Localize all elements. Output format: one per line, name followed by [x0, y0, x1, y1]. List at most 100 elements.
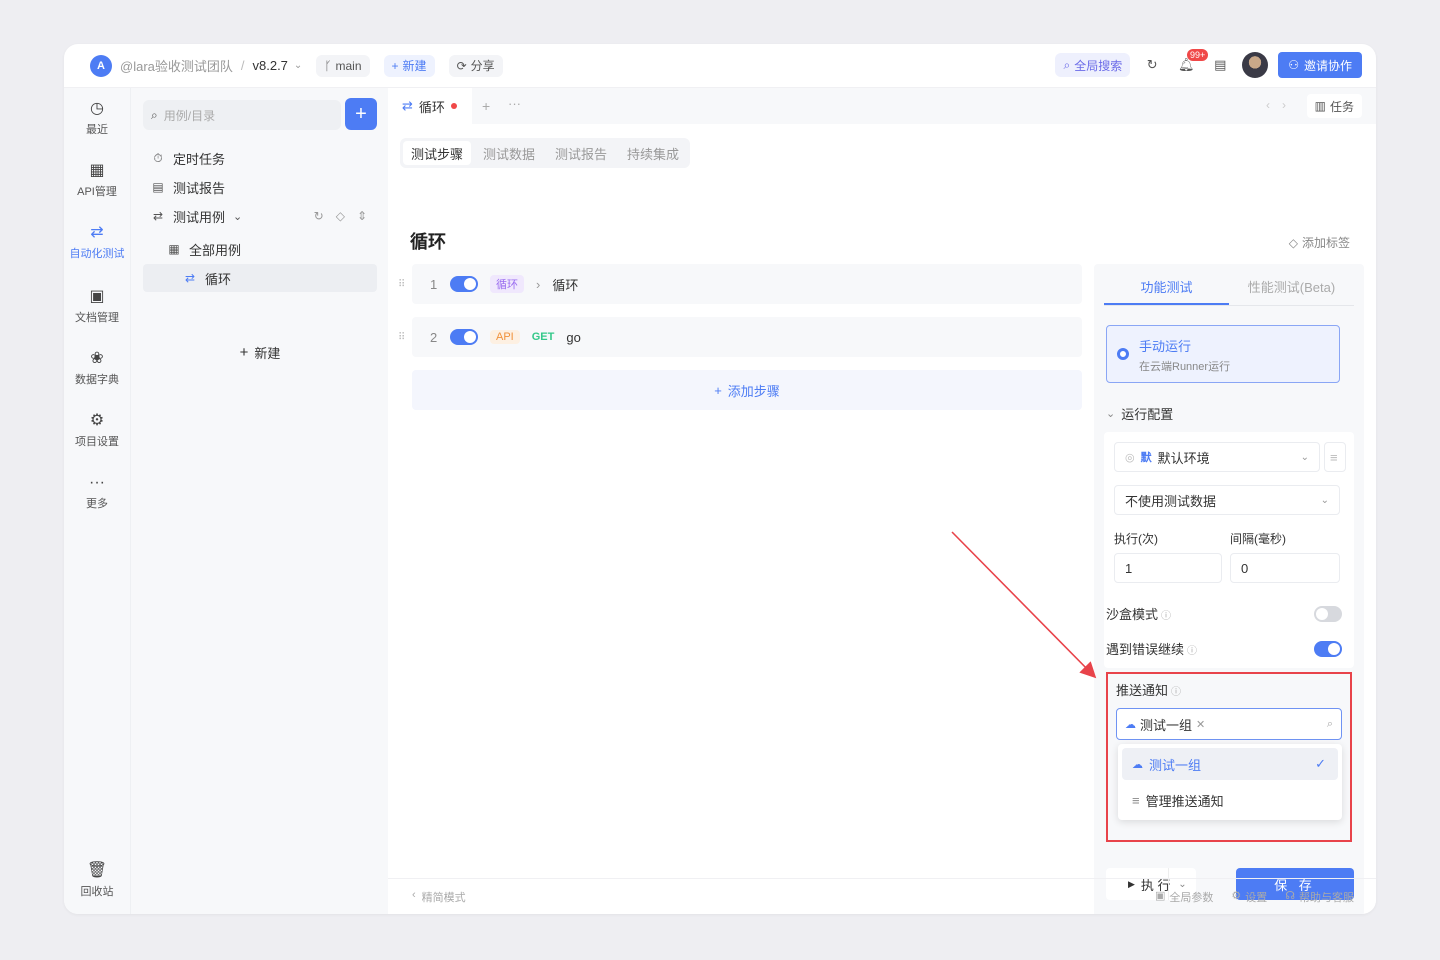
chevron-down-icon[interactable]: ⌄ — [294, 60, 302, 71]
params-icon: ▣ — [1154, 889, 1166, 902]
rail-label: 更多 — [86, 498, 108, 510]
drag-handle-icon[interactable]: ⠿ — [398, 332, 405, 343]
step-name: 循环 — [552, 277, 579, 293]
sandbox-toggle[interactable] — [1314, 605, 1342, 622]
tab-ci[interactable]: 持续集成 — [619, 141, 687, 165]
case-icon: ⇄ — [152, 209, 164, 223]
tree-item-label: 定时任务 — [173, 151, 226, 167]
share-button[interactable]: ⟳ 分享 — [448, 54, 503, 77]
tree-item-label: 循环 — [205, 271, 232, 287]
environment-manage-button[interactable]: ≡ — [1324, 442, 1346, 472]
step-enable-toggle[interactable] — [450, 329, 478, 345]
rail-label: API管理 — [77, 186, 117, 198]
chevron-down-icon[interactable]: ⌄ — [233, 210, 242, 223]
run-config-header[interactable]: ⌄ 运行配置 — [1106, 404, 1173, 423]
help-icon[interactable]: ⓘ — [1161, 611, 1171, 622]
step-enable-toggle[interactable] — [450, 276, 478, 292]
step-row[interactable]: ⠿ 1 循环 › 循环 — [398, 264, 1082, 304]
radio-selected[interactable] — [1117, 348, 1129, 360]
run-panel-tabs: 功能测试 性能测试(Beta) — [1104, 276, 1354, 306]
tree-add-button[interactable]: + — [345, 98, 377, 130]
new-button[interactable]: + 新建 — [383, 54, 435, 77]
help-button[interactable]: ☊ 帮助与客服 — [1285, 889, 1354, 905]
tab-test-report[interactable]: 测试报告 — [547, 141, 615, 165]
help-icon[interactable]: ⓘ — [1171, 687, 1181, 698]
settings-button[interactable]: ⚙ 设置 — [1231, 889, 1267, 905]
version-selector[interactable]: v8.2.7 — [253, 58, 288, 73]
team-name[interactable]: @lara验收测试团队 — [120, 56, 233, 75]
expand-icon[interactable]: ⇕ — [357, 209, 367, 223]
continue-on-error-row: 遇到错误继续 ⓘ — [1106, 639, 1342, 658]
report-icon: ▤ — [152, 180, 164, 194]
tree-item-label: 测试用例 — [173, 209, 226, 225]
selected-tag-label: 测试一组 — [1140, 717, 1193, 733]
continue-toggle[interactable] — [1314, 640, 1342, 657]
tab-functional-test[interactable]: 功能测试 — [1104, 276, 1229, 305]
locate-icon[interactable]: ◇ — [336, 209, 345, 223]
tab-test-data[interactable]: 测试数据 — [475, 141, 543, 165]
refresh-icon[interactable]: ↻ — [314, 209, 324, 223]
step-type-tag: API — [490, 330, 520, 344]
global-params-button[interactable]: ▣ 全局参数 — [1155, 889, 1213, 905]
add-step-button[interactable]: + 添加步骤 — [412, 370, 1082, 410]
tree-item-cases[interactable]: ⇄ 测试用例 ⌄ ↻ ◇ ⇕ — [143, 202, 377, 230]
add-tab-icon[interactable]: + — [482, 98, 490, 114]
tree-new-button[interactable]: + 新建 — [143, 338, 377, 366]
rail-item-docs[interactable]: ▣ 文档管理 — [64, 288, 130, 325]
doc-tab-label: 循环 — [418, 99, 445, 115]
app-logo[interactable]: A — [90, 54, 112, 77]
tree-item-report[interactable]: ▤ 测试报告 — [143, 173, 377, 201]
rail-item-api[interactable]: ▦ API管理 — [64, 162, 130, 199]
tab-more-icon[interactable]: ··· — [508, 96, 521, 111]
notify-option[interactable]: ☁ 测试一组 ✓ — [1122, 748, 1338, 780]
add-tag-button[interactable]: ◇ 添加标签 — [1289, 234, 1350, 251]
branch-selector[interactable]: ᚴ main — [316, 54, 370, 77]
breadcrumb-separator: / — [240, 58, 245, 73]
tree-search-input[interactable]: ⌕ 用例/目录 — [143, 100, 341, 130]
help-icon[interactable]: ⓘ — [1187, 646, 1197, 657]
tab-nav-arrows[interactable]: ‹› — [1266, 98, 1298, 112]
task-button[interactable]: ▥ 任务 — [1306, 94, 1362, 118]
drag-handle-icon[interactable]: ⠿ — [398, 279, 405, 290]
rail-item-more[interactable]: ··· 更多 — [64, 474, 130, 511]
continue-label: 遇到错误继续 ⓘ — [1106, 642, 1198, 657]
step-row[interactable]: ⠿ 2 API GET go — [398, 317, 1082, 357]
notify-multiselect[interactable]: ☁ 测试一组 ✕ ⌕ — [1116, 708, 1342, 740]
inbox-icon[interactable]: ▤ — [1208, 53, 1232, 77]
expand-chevron-icon[interactable]: › — [536, 277, 540, 292]
remove-tag-icon[interactable]: ✕ — [1196, 718, 1205, 731]
rail-item-recent[interactable]: ◷ 最近 — [64, 100, 130, 137]
bell-icon[interactable]: 🔔︎ 99+ — [1174, 49, 1209, 77]
simple-mode-button[interactable]: ‹ 精简模式 — [412, 889, 466, 905]
rail-item-trash[interactable]: 🗑︎ 回收站 — [64, 862, 130, 899]
feishu-icon: ☁ — [1125, 718, 1136, 731]
tree-item-all-cases[interactable]: ▦ 全部用例 — [143, 235, 377, 263]
more-icon: ··· — [89, 474, 105, 491]
interval-input[interactable]: 0 — [1230, 553, 1340, 583]
branch-icon: ᚴ — [324, 58, 332, 73]
exec-count-input[interactable]: 1 — [1114, 553, 1222, 583]
avatar[interactable] — [1242, 52, 1269, 78]
environment-select[interactable]: ◎ 默 默认环境 ⌄ — [1114, 442, 1320, 472]
trash-icon: 🗑︎ — [86, 862, 108, 879]
invite-button[interactable]: ⚇ 邀请协作 — [1278, 52, 1362, 78]
global-search-button[interactable]: ⌕ 全局搜索 — [1055, 53, 1131, 77]
rail-item-dictionary[interactable]: ❀ 数据字典 — [64, 350, 130, 387]
rail-item-settings[interactable]: ⚙ 项目设置 — [64, 412, 130, 449]
manage-notify-option[interactable]: ≡ 管理推送通知 — [1122, 784, 1338, 816]
test-data-select[interactable]: 不使用测试数据 ⌄ — [1114, 485, 1340, 515]
tree-item-scheduled[interactable]: ⏱ 定时任务 — [143, 144, 377, 172]
tab-test-steps[interactable]: 测试步骤 — [403, 141, 472, 165]
tree-item-loop[interactable]: ⇄ 循环 — [143, 264, 377, 292]
case-icon: ⇄ — [184, 271, 196, 285]
http-method: GET — [531, 331, 555, 343]
dictionary-icon: ❀ — [90, 350, 104, 367]
headset-icon: ☊ — [1285, 889, 1295, 902]
run-config-box: ◎ 默 默认环境 ⌄ ≡ 不使用测试数据 ⌄ 执行(次) 间隔(毫秒) 1 0 … — [1104, 432, 1354, 668]
sync-icon[interactable]: ↻ — [1140, 53, 1164, 77]
tab-performance-test[interactable]: 性能测试(Beta) — [1229, 276, 1354, 305]
manual-run-option[interactable]: 手动运行 在云端Runner运行 — [1106, 325, 1340, 383]
gear-icon: ⚙ — [1231, 889, 1242, 902]
rail-item-automation[interactable]: ⇄ 自动化测试 — [64, 224, 130, 261]
doc-tab-loop[interactable]: ⇄ 循环 — [388, 88, 472, 124]
